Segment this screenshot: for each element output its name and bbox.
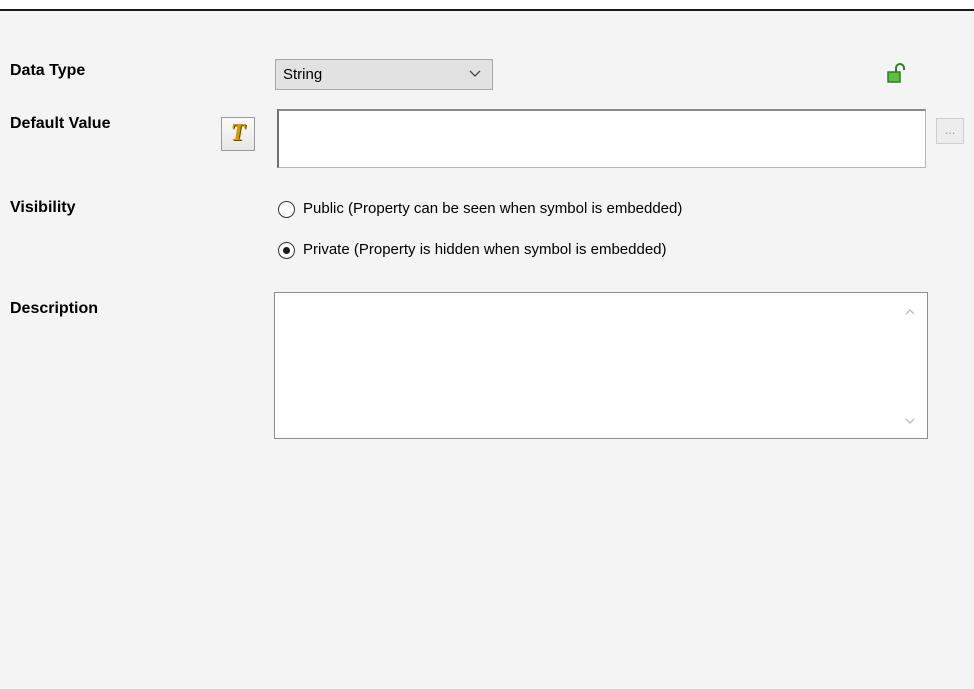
visibility-public-radio[interactable]: Public (Property can be seen when symbol… — [278, 200, 818, 222]
visibility-label: Visibility — [10, 199, 76, 216]
data-type-selected-value: String — [283, 66, 323, 83]
browse-button[interactable]: ... — [936, 118, 964, 144]
visibility-private-radio[interactable]: Private (Property is hidden when symbol … — [278, 241, 818, 263]
chevron-down-icon[interactable] — [903, 414, 917, 428]
radio-circle-icon — [278, 242, 295, 259]
unlocked-padlock-icon[interactable] — [884, 62, 908, 86]
description-textarea[interactable] — [274, 292, 928, 439]
chevron-up-icon[interactable] — [903, 305, 917, 319]
radio-selected-dot — [283, 247, 290, 254]
text-format-button[interactable]: T — [221, 117, 255, 151]
visibility-private-label: Private (Property is hidden when symbol … — [303, 241, 667, 258]
default-value-label: Default Value — [10, 115, 111, 132]
text-format-icon: T — [230, 120, 246, 146]
chevron-down-icon — [469, 70, 481, 77]
visibility-public-label: Public (Property can be seen when symbol… — [303, 200, 683, 217]
radio-circle-icon — [278, 201, 295, 218]
data-type-dropdown[interactable]: String — [275, 59, 493, 90]
description-label: Description — [10, 300, 99, 317]
property-panel: Data Type String Default Value T ... Vis… — [0, 9, 974, 689]
data-type-label: Data Type — [10, 62, 86, 79]
default-value-input[interactable] — [277, 109, 926, 168]
